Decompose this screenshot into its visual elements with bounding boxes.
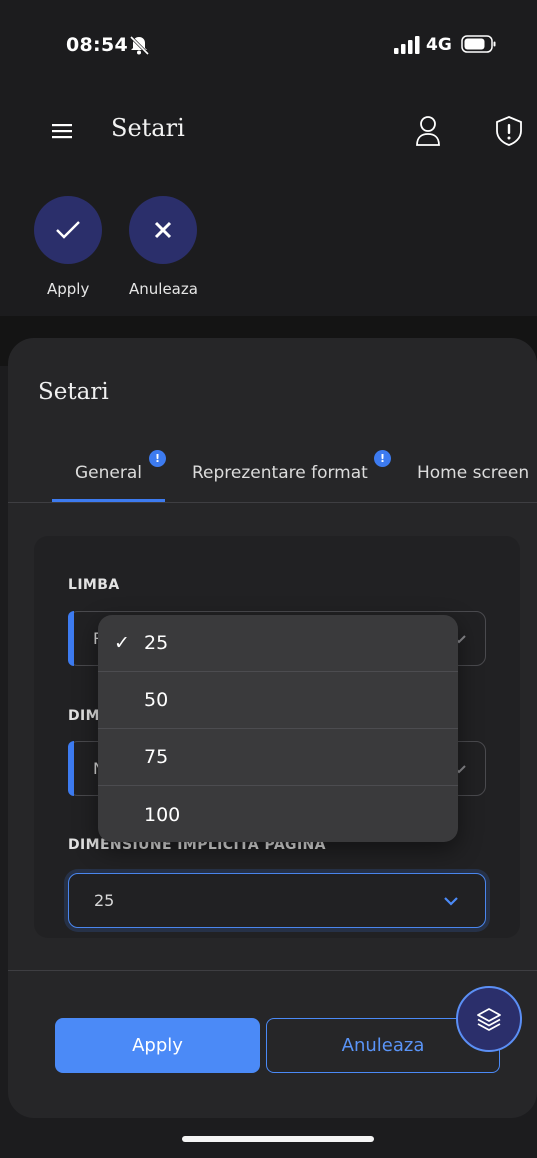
page-title: Setari [111,114,185,142]
apply-circle-label: Apply [47,280,90,298]
tab-reprezentare-format-label: Reprezentare format [192,463,368,483]
home-indicator[interactable] [182,1136,374,1142]
tab-general[interactable]: General [75,463,142,483]
dropdown-option-label: 75 [144,746,169,768]
tab-general-label: General [75,463,142,483]
sheet-title: Setari [38,379,109,405]
tab-reprezentare-format-badge: ! [374,450,391,467]
dropdown-option-50[interactable]: 50 [98,672,458,729]
select-accent [68,611,74,666]
select-accent [68,741,74,796]
page-size-dropdown: ✓ 25 50 75 100 [98,615,458,842]
apply-button[interactable]: Apply [55,1018,260,1073]
user-icon[interactable] [414,115,442,147]
battery-icon [461,35,496,53]
network-type: 4G [426,35,452,55]
chevron-down-icon [444,897,458,906]
dropdown-option-label: 100 [144,803,181,826]
layers-fab-button[interactable] [456,986,522,1052]
field-label-limba: LIMBA [68,577,120,593]
menu-icon[interactable] [52,122,74,140]
tabs-divider [8,502,537,503]
dropdown-option-label: 25 [144,632,169,654]
tab-home-screen[interactable]: Home screen [417,463,529,483]
tab-home-screen-label: Home screen [417,463,530,483]
page-size-select-value: 25 [94,891,115,910]
footer-divider [8,970,537,971]
dropdown-option-75[interactable]: 75 [98,729,458,786]
dropdown-option-100[interactable]: 100 [98,786,458,842]
shield-alert-icon[interactable] [494,115,524,147]
close-icon [154,221,172,239]
cancel-circle-button[interactable] [129,196,197,264]
check-icon [56,221,80,239]
checkmark-icon: ✓ [114,632,130,654]
tab-general-badge: ! [149,450,166,467]
signal-icon [394,36,420,54]
apply-circle-button[interactable] [34,196,102,264]
dropdown-option-25[interactable]: ✓ 25 [98,615,458,672]
bell-muted-icon [129,35,150,56]
page-size-select[interactable]: 25 [68,873,486,928]
tab-reprezentare-format[interactable]: Reprezentare format [192,463,368,483]
dropdown-option-label: 50 [144,689,169,711]
field-label-dimensiune: DIM [68,708,100,724]
cancel-circle-label: Anuleaza [129,280,198,298]
layers-icon [477,1008,501,1031]
status-time: 08:54 [66,34,128,56]
